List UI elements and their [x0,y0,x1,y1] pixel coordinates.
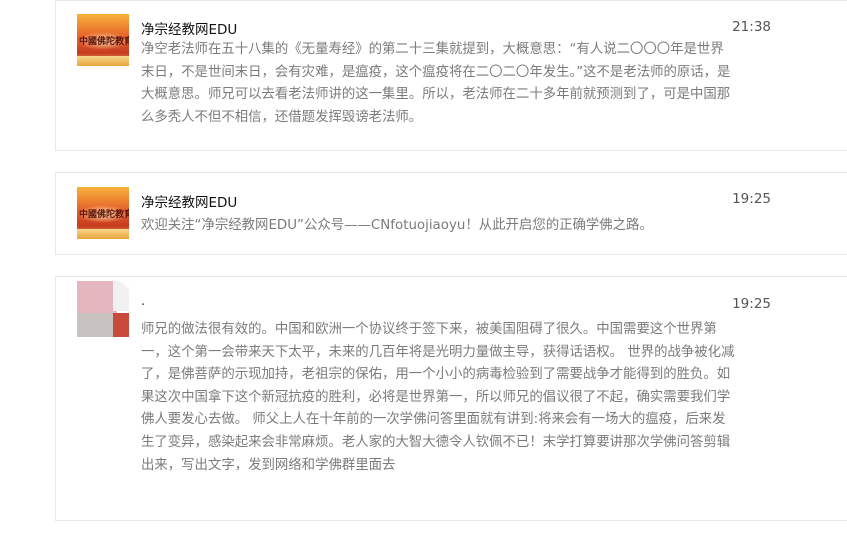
message-card[interactable]: 中國佛陀教育 净宗经教网EDU 19:25 欢迎关注“净宗经教网EDU”公众号—… [55,172,847,255]
avatar-tile [77,313,117,337]
lotus-base-decoration [77,229,129,239]
avatar-tile [113,313,129,337]
message-time: 19:25 [732,191,771,207]
avatar-tile [77,281,117,313]
avatar[interactable]: 中國佛陀教育 [77,187,129,239]
message-card[interactable]: . 19:25 师兄的做法很有效的。中国和欧洲一个协议终于签下来，被美国阻碍了很… [55,276,847,521]
message-text: 净空老法师在五十八集的《无量寿经》的第二十三集就提到，大概意思：“有人说二〇〇〇… [141,42,731,125]
sender-name[interactable]: 净宗经教网EDU [141,191,237,211]
message-time: 21:38 [732,19,771,35]
avatar[interactable] [77,281,129,345]
message-time: 19:25 [732,296,771,312]
sender-name[interactable]: . [141,293,145,309]
message-text: 师兄的做法很有效的。中国和欧洲一个协议终于签下来，被美国阻碍了很久。中国需要这个… [141,322,735,473]
avatar-logo-text: 中國佛陀教育 [79,210,129,220]
sender-name[interactable]: 净宗经教网EDU [141,18,237,38]
avatar[interactable]: 中國佛陀教育 [77,14,129,66]
avatar-logo-text: 中國佛陀教育 [79,37,129,47]
message-text: 欢迎关注“净宗经教网EDU”公众号——CNfotuojiaoyu！从此开启您的正… [141,218,653,233]
lotus-base-decoration [77,56,129,66]
avatar-tile [113,281,129,311]
message-card[interactable]: 中國佛陀教育 净宗经教网EDU 21:38 净空老法师在五十八集的《无量寿经》的… [55,0,847,151]
